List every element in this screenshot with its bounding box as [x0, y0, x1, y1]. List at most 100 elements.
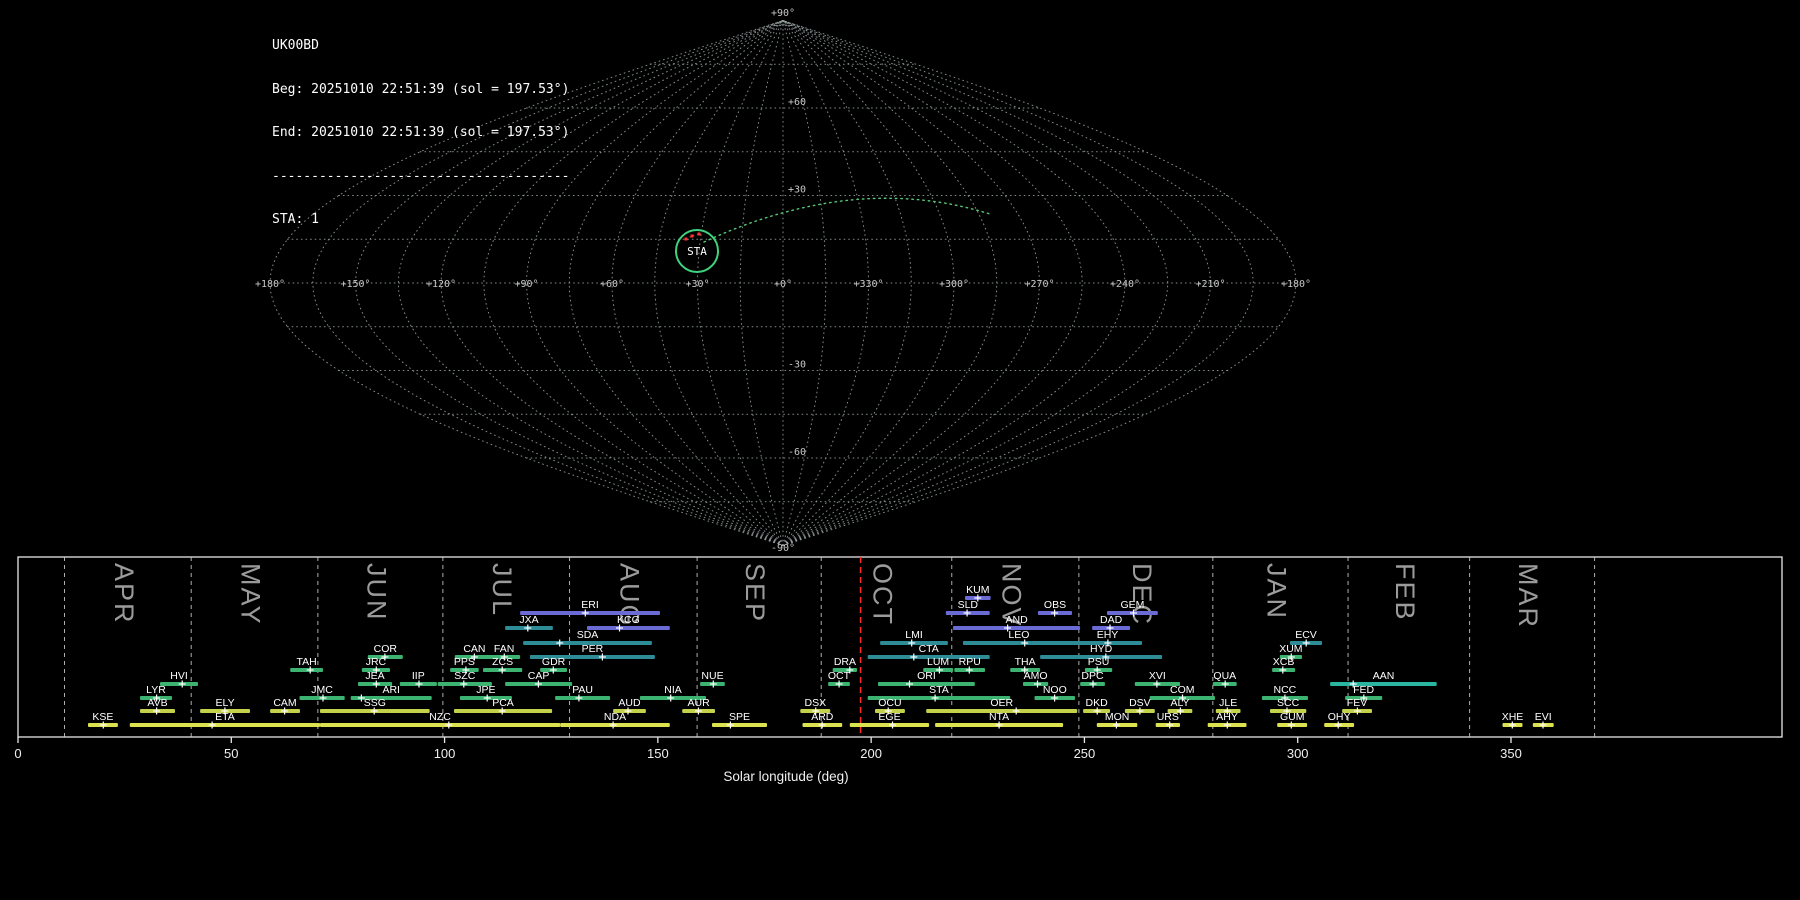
shower-code-label: AND	[1006, 614, 1029, 626]
shower-bar	[712, 723, 767, 727]
shower-code-label: AMO	[1024, 670, 1048, 682]
shower-code-label: KCG	[617, 614, 640, 626]
x-tick-label: 200	[860, 746, 882, 761]
month-label: FEB	[1390, 563, 1420, 622]
shower-code-label: ARI	[382, 684, 400, 696]
shower-code-label: NOO	[1043, 684, 1067, 696]
separator-line: --------------------------------------	[272, 168, 570, 184]
station-id: UK00BD	[272, 38, 319, 53]
month-label: OCT	[868, 563, 898, 626]
radiant-measurement-dot	[684, 237, 688, 241]
shower-code-label: LEO	[1008, 629, 1029, 641]
shower-code-label: OER	[990, 697, 1013, 709]
latitude-label: -60	[788, 447, 806, 458]
shower-code-label: HYD	[1090, 643, 1113, 655]
longitude-label: +30°	[685, 279, 709, 290]
shower-code-label: NCC	[1274, 684, 1297, 696]
shower-code-label: SSG	[364, 697, 386, 709]
latitude-label: -30	[788, 360, 806, 371]
shower-code-label: TAH	[296, 656, 316, 668]
month-label: MAY	[236, 563, 266, 626]
shower-code-label: JLE	[1219, 697, 1237, 709]
shower-code-label: FED	[1353, 684, 1374, 696]
shower-code-label: XVI	[1149, 670, 1166, 682]
shower-code-label: ORI	[917, 670, 936, 682]
shower-code-label: ELY	[216, 697, 235, 709]
shower-code-label: EVI	[1535, 711, 1552, 723]
longitude-label: +60°	[600, 279, 624, 290]
begin-time: Beg: 20251010 22:51:39 (sol = 197.53°)	[272, 81, 570, 97]
shower-code-label: ARD	[811, 711, 834, 723]
shower-code-label: IIP	[412, 670, 425, 682]
shower-code-label: JXA	[519, 614, 538, 626]
longitude-label: +120°	[426, 279, 456, 290]
shower-code-label: GUM	[1280, 711, 1305, 723]
shower-code-label: MON	[1105, 711, 1130, 723]
month-label: JUL	[487, 563, 517, 617]
shower-code-label: CAN	[463, 643, 485, 655]
shower-code-label: THA	[1015, 656, 1036, 668]
x-tick-label: 50	[224, 746, 238, 761]
shower-code-label: OCU	[878, 697, 901, 709]
shower-code-label: ZCS	[492, 656, 513, 668]
shower-code-label: PCA	[492, 697, 514, 709]
shower-code-label: GEM	[1120, 599, 1144, 611]
shower-code-label: GDR	[542, 656, 566, 668]
radiant-measurement-dot	[690, 234, 694, 238]
shower-code-label: SCC	[1277, 697, 1300, 709]
meteor-shower-activity-screen: +90° -90° +180° +150° +120° +90° +60° +30° +0° +3…	[0, 0, 1800, 900]
radiant-drift-trail	[703, 197, 991, 243]
longitude-label: +300°	[939, 279, 969, 290]
shower-code-label: JMC	[311, 684, 333, 696]
shower-code-label: LMI	[905, 629, 923, 641]
radiant-label: STA	[687, 245, 707, 258]
shower-code-label: QUA	[1213, 670, 1236, 682]
shower-code-label: AAN	[1373, 670, 1395, 682]
month-label: MAR	[1513, 563, 1543, 629]
shower-code-label: EHY	[1097, 629, 1119, 641]
shower-code-label: PPS	[454, 656, 475, 668]
month-label: DEC	[1127, 563, 1157, 626]
latitude-label: +60	[788, 97, 806, 108]
shower-code-label: URS	[1157, 711, 1179, 723]
longitude-label: +270°	[1024, 279, 1054, 290]
shower-code-label: STA	[929, 684, 949, 696]
shower-code-label: XHE	[1502, 711, 1524, 723]
shower-code-label: SPE	[729, 711, 750, 723]
shower-code-label: FEV	[1347, 697, 1367, 709]
shower-bar	[555, 696, 611, 700]
shower-bar	[1330, 682, 1437, 686]
shower-code-label: AVB	[147, 697, 167, 709]
longitude-label: +0°	[774, 279, 792, 290]
shower-bar	[962, 641, 1076, 645]
longitude-label: +330°	[853, 279, 883, 290]
shower-code-label: AUR	[688, 697, 711, 709]
latitude-label: +30	[788, 185, 806, 196]
shower-code-label: DSV	[1129, 697, 1151, 709]
shower-code-label: DAD	[1100, 614, 1123, 626]
shower-code-label: JEA	[365, 670, 384, 682]
shower-code-label: OHY	[1328, 711, 1351, 723]
sta-count: STA: 1	[272, 212, 319, 227]
month-label: JUN	[361, 563, 391, 622]
longitude-label: +150°	[340, 279, 370, 290]
shower-code-label: DKD	[1086, 697, 1109, 709]
radiant-measurement-dot	[697, 232, 701, 236]
shower-code-label: OBS	[1044, 599, 1066, 611]
shower-code-label: AUD	[618, 697, 641, 709]
shower-code-label: CAP	[528, 670, 550, 682]
x-axis-label: Solar longitude (deg)	[723, 769, 848, 784]
x-tick-label: 100	[434, 746, 456, 761]
shower-code-label: FAN	[494, 643, 514, 655]
shower-code-label: COM	[1170, 684, 1195, 696]
shower-code-label: NTA	[989, 711, 1009, 723]
x-tick-label: 300	[1287, 746, 1309, 761]
shower-code-label: DPC	[1081, 670, 1104, 682]
shower-code-label: XCB	[1273, 656, 1295, 668]
shower-code-label: ECV	[1295, 629, 1317, 641]
shower-code-label: SZC	[454, 670, 475, 682]
pole-label-south: -90°	[771, 543, 795, 554]
shower-code-label: DRA	[834, 656, 856, 668]
shower-code-label: ALY	[1170, 697, 1189, 709]
shower-bar	[129, 723, 321, 727]
